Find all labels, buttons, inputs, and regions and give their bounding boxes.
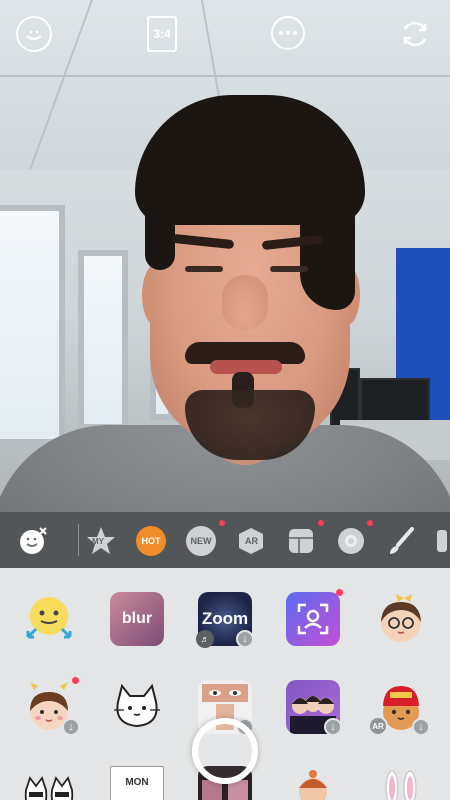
- hot-badge-icon: HOT: [136, 526, 166, 556]
- sound-icon: ♬: [196, 630, 214, 648]
- sticker-bunny-ears[interactable]: [374, 762, 428, 800]
- sticker-glasses-girl[interactable]: [374, 592, 428, 646]
- new-indicator-dot: [367, 520, 373, 526]
- new-indicator-dot: [318, 520, 324, 526]
- rotate-icon: [403, 21, 427, 47]
- person-hair: [145, 170, 175, 270]
- sticker-museum[interactable]: MON: [110, 766, 164, 800]
- download-icon[interactable]: ↓: [236, 630, 254, 648]
- ceiling-line: [0, 75, 450, 77]
- cat-twins-icon: [24, 776, 74, 800]
- white-cat-icon: [114, 683, 160, 728]
- flower-icon: [338, 528, 364, 554]
- snow-man-icon: [299, 770, 327, 800]
- reset-filter-button[interactable]: [18, 526, 48, 556]
- smile-face-icon: [26, 30, 42, 40]
- person-eye: [270, 266, 308, 272]
- shutter-button[interactable]: [192, 718, 258, 784]
- window: [78, 250, 128, 430]
- partial-category-icon: [437, 530, 447, 552]
- sticker-blur[interactable]: blur: [110, 592, 164, 646]
- sticker-museum-label: MON: [125, 776, 149, 788]
- sticker-white-cat[interactable]: [110, 680, 164, 734]
- category-art[interactable]: [386, 526, 416, 556]
- category-new[interactable]: NEW: [186, 526, 216, 556]
- face-swap-icon: [26, 597, 72, 639]
- category-my[interactable]: MY: [86, 526, 116, 556]
- aspect-ratio-label: 3:4: [153, 27, 171, 41]
- paintbrush-icon: [390, 527, 414, 554]
- sticker-zoom-label: Zoom: [201, 609, 249, 628]
- category-strip: [0, 512, 450, 568]
- aspect-ratio-button[interactable]: 3:4: [147, 16, 177, 52]
- switch-camera-icon[interactable]: [397, 16, 433, 52]
- ar-badge-label: AR: [372, 721, 384, 731]
- new-indicator-dot: [72, 677, 79, 684]
- category-hot[interactable]: HOT: [136, 526, 166, 556]
- window: [0, 205, 65, 445]
- frame-layout-icon: [289, 529, 313, 553]
- download-icon[interactable]: ↓: [62, 718, 80, 736]
- category-my-label: MY: [92, 537, 104, 546]
- monitor: [360, 378, 430, 426]
- category-more[interactable]: [434, 526, 450, 556]
- category-frames[interactable]: [286, 526, 316, 556]
- sticker-home-icon[interactable]: [16, 16, 52, 52]
- new-indicator-dot: [219, 520, 225, 526]
- face-off-icon: [20, 527, 47, 554]
- download-icon[interactable]: ↓: [412, 718, 430, 736]
- category-new-label: NEW: [190, 536, 212, 546]
- person-eye: [185, 266, 223, 272]
- person-nose: [222, 275, 268, 330]
- download-icon[interactable]: ↓: [324, 718, 342, 736]
- category-hot-label: HOT: [141, 536, 161, 546]
- new-indicator-dot: [336, 589, 343, 596]
- glasses-girl-icon: [381, 594, 421, 642]
- bunny-ears-icon: [385, 770, 417, 800]
- more-icon[interactable]: [271, 16, 305, 50]
- camera-viewfinder[interactable]: 3:4: [0, 0, 450, 512]
- new-badge-icon: NEW: [186, 526, 216, 556]
- dots-icon: [279, 31, 297, 35]
- sticker-snow-man[interactable]: [286, 762, 340, 800]
- category-divider: [78, 524, 79, 556]
- face-scan-icon: [297, 603, 329, 635]
- sticker-blur-label: blur: [121, 610, 153, 627]
- sticker-face-swap[interactable]: [22, 592, 76, 646]
- sticker-face-frame[interactable]: [286, 592, 340, 646]
- category-ar-label: AR: [245, 536, 258, 546]
- category-beauty[interactable]: [336, 526, 366, 556]
- category-ar[interactable]: AR: [236, 526, 266, 556]
- ar-badge: AR: [368, 716, 388, 736]
- sticker-cat-twins[interactable]: [22, 766, 76, 800]
